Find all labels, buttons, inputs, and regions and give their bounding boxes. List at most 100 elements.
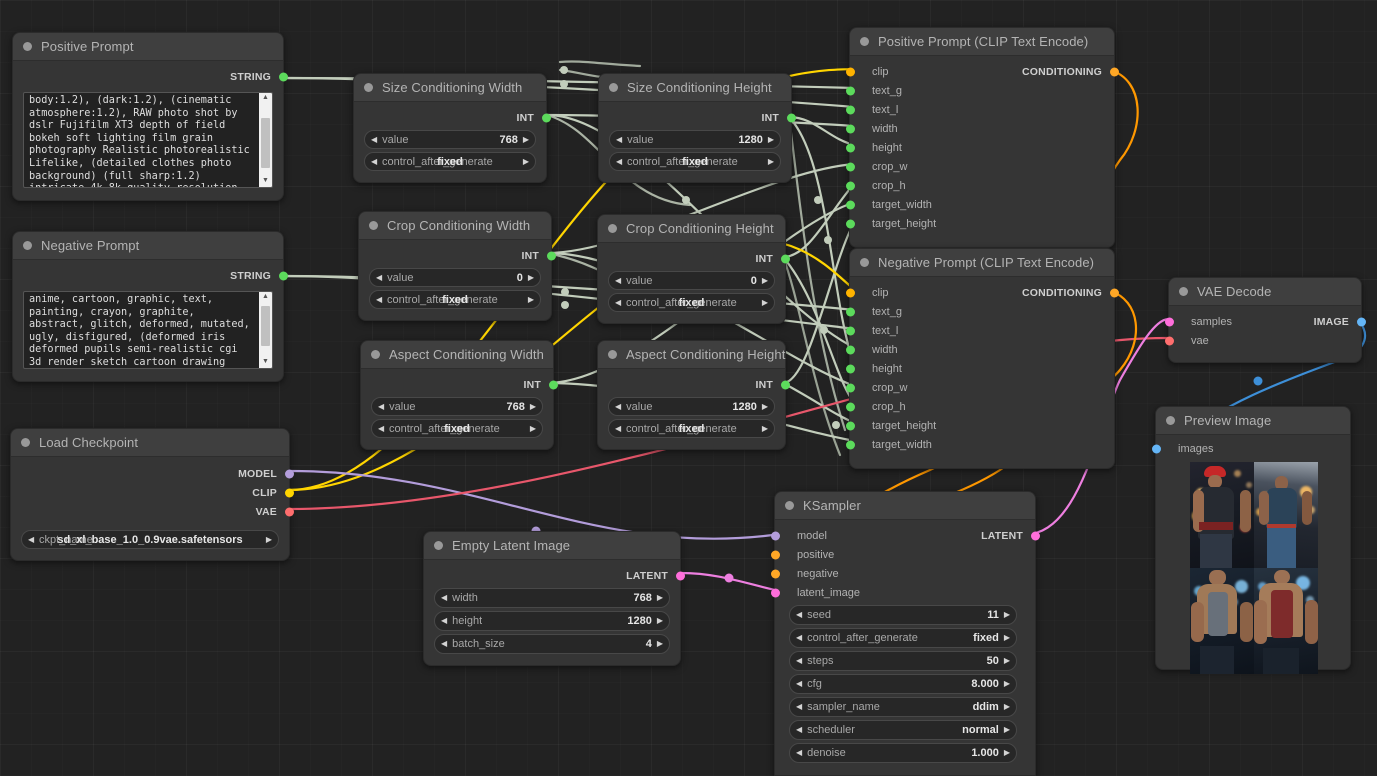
widget-next-arrow-icon[interactable]: ▶ [530,403,536,411]
widget-scheduler[interactable]: ◀ scheduler normal ▶ [789,720,1017,740]
output-slot-model[interactable]: MODEL [11,464,289,483]
port-int-out[interactable] [787,113,796,122]
widget-width[interactable]: ◀ width 768 ▶ [434,588,670,608]
port-target-width-in[interactable] [846,440,855,449]
widget-next-arrow-icon[interactable]: ▶ [762,403,768,411]
widget-next-arrow-icon[interactable]: ▶ [657,594,663,602]
input-slot-target-height[interactable]: target_height [850,214,1114,233]
port-int-out[interactable] [542,113,551,122]
widget-next-arrow-icon[interactable]: ▶ [1004,726,1010,734]
node-header[interactable]: VAE Decode [1169,278,1361,306]
widget-next-arrow-icon[interactable]: ▶ [1004,749,1010,757]
collapse-dot-icon[interactable] [609,83,618,92]
node-aspect-conditioning-height[interactable]: Aspect Conditioning Height INT ◀ value 1… [597,340,786,450]
node-header[interactable]: Size Conditioning Height [599,74,791,102]
node-header[interactable]: Aspect Conditioning Height [598,341,785,369]
port-string-out[interactable] [279,271,288,280]
collapse-dot-icon[interactable] [364,83,373,92]
widget-next-arrow-icon[interactable]: ▶ [657,640,663,648]
input-slot-crop-w[interactable]: crop_w [850,157,1114,176]
input-slot-crop-w[interactable]: crop_w [850,378,1114,397]
widget-prev-arrow-icon[interactable]: ◀ [796,703,802,711]
node-header[interactable]: Load Checkpoint [11,429,289,457]
node-crop-conditioning-width[interactable]: Crop Conditioning Width INT ◀ value 0 ▶ … [358,211,552,321]
input-slot-text-l[interactable]: text_l [850,100,1114,119]
node-ksampler[interactable]: KSampler model LATENT positive negative … [774,491,1036,776]
widget-next-arrow-icon[interactable]: ▶ [768,136,774,144]
port-text-g-in[interactable] [846,307,855,316]
port-model-out[interactable] [285,469,294,478]
port-int-out[interactable] [549,380,558,389]
widget-prev-arrow-icon[interactable]: ◀ [616,136,622,144]
widget-sampler-name[interactable]: ◀ sampler_name ddim ▶ [789,697,1017,717]
widget-control-after-generate[interactable]: ◀ control_after_generate fixed ▶ [609,152,781,171]
widget-next-arrow-icon[interactable]: ▶ [1004,657,1010,665]
input-slot-clip[interactable]: clip CONDITIONING [850,283,1114,302]
widget-prev-arrow-icon[interactable]: ◀ [796,680,802,688]
widget-next-arrow-icon[interactable]: ▶ [657,617,663,625]
port-string-out[interactable] [279,72,288,81]
port-crop-w-in[interactable] [846,162,855,171]
collapse-dot-icon[interactable] [369,221,378,230]
output-slot-int[interactable]: INT [361,375,553,394]
widget-prev-arrow-icon[interactable]: ◀ [441,640,447,648]
node-positive-clip-text-encode[interactable]: Positive Prompt (CLIP Text Encode) clip … [849,27,1115,248]
node-header[interactable]: Size Conditioning Width [354,74,546,102]
port-text-l-in[interactable] [846,326,855,335]
scrollbar-thumb[interactable] [261,306,270,346]
collapse-dot-icon[interactable] [860,258,869,267]
scroll-up-icon[interactable]: ▲ [262,292,269,303]
node-negative-prompt[interactable]: Negative Prompt STRING anime, cartoon, g… [12,231,284,382]
widget-control-after-generate[interactable]: ◀ control_after_generate fixed ▶ [369,290,541,309]
widget-next-arrow-icon[interactable]: ▶ [1004,680,1010,688]
collapse-dot-icon[interactable] [860,37,869,46]
scrollbar-thumb[interactable] [261,118,270,168]
port-image-out[interactable] [1357,317,1366,326]
widget-value[interactable]: ◀ value 768 ▶ [371,397,543,416]
output-slot-latent[interactable]: LATENT [424,566,680,585]
port-text-l-in[interactable] [846,105,855,114]
input-slot-crop-h[interactable]: crop_h [850,176,1114,195]
input-slot-width[interactable]: width [850,340,1114,359]
input-slot-samples[interactable]: samples IMAGE [1169,312,1361,331]
port-clip-in[interactable] [846,288,855,297]
output-slot-int[interactable]: INT [354,108,546,127]
node-header[interactable]: Crop Conditioning Height [598,215,785,243]
port-width-in[interactable] [846,124,855,133]
output-slot-string[interactable]: STRING [13,266,283,285]
widget-value[interactable]: ◀ value 1280 ▶ [609,130,781,149]
widget-prev-arrow-icon[interactable]: ◀ [441,617,447,625]
graph-canvas[interactable]: Positive Prompt STRING body:1.2), (dark:… [0,0,1377,776]
output-slot-vae[interactable]: VAE [11,502,289,521]
widget-steps[interactable]: ◀ steps 50 ▶ [789,651,1017,671]
widget-denoise[interactable]: ◀ denoise 1.000 ▶ [789,743,1017,763]
node-positive-prompt[interactable]: Positive Prompt STRING body:1.2), (dark:… [12,32,284,201]
port-conditioning-out[interactable] [1110,67,1119,76]
port-width-in[interactable] [846,345,855,354]
widget-prev-arrow-icon[interactable]: ◀ [796,657,802,665]
input-slot-text-g[interactable]: text_g [850,81,1114,100]
input-slot-crop-h[interactable]: crop_h [850,397,1114,416]
input-slot-text-g[interactable]: text_g [850,302,1114,321]
widget-next-arrow-icon[interactable]: ▶ [1004,703,1010,711]
widget-next-arrow-icon[interactable]: ▶ [1004,611,1010,619]
collapse-dot-icon[interactable] [608,224,617,233]
widget-prev-arrow-icon[interactable]: ◀ [378,403,384,411]
port-clip-out[interactable] [285,488,294,497]
collapse-dot-icon[interactable] [21,438,30,447]
widget-prev-arrow-icon[interactable]: ◀ [441,594,447,602]
port-target-height-in[interactable] [846,219,855,228]
output-slot-string[interactable]: STRING [13,67,283,86]
port-latent-image-in[interactable] [771,588,780,597]
widget-prev-arrow-icon[interactable]: ◀ [796,749,802,757]
node-preview-image[interactable]: Preview Image images [1155,406,1351,670]
node-header[interactable]: Negative Prompt (CLIP Text Encode) [850,249,1114,277]
input-slot-clip[interactable]: clip CONDITIONING [850,62,1114,81]
node-empty-latent-image[interactable]: Empty Latent Image LATENT ◀ width 768 ▶ … [423,531,681,666]
scroll-down-icon[interactable]: ▼ [262,176,269,187]
input-slot-height[interactable]: height [850,138,1114,157]
input-slot-target-width[interactable]: target_width [850,435,1114,454]
port-positive-in[interactable] [771,550,780,559]
widget-ckpt-name[interactable]: ◀ ckpt_name sd_xl_base_1.0_0.9vae.safete… [21,530,279,549]
node-size-conditioning-width[interactable]: Size Conditioning Width INT ◀ value 768 … [353,73,547,183]
